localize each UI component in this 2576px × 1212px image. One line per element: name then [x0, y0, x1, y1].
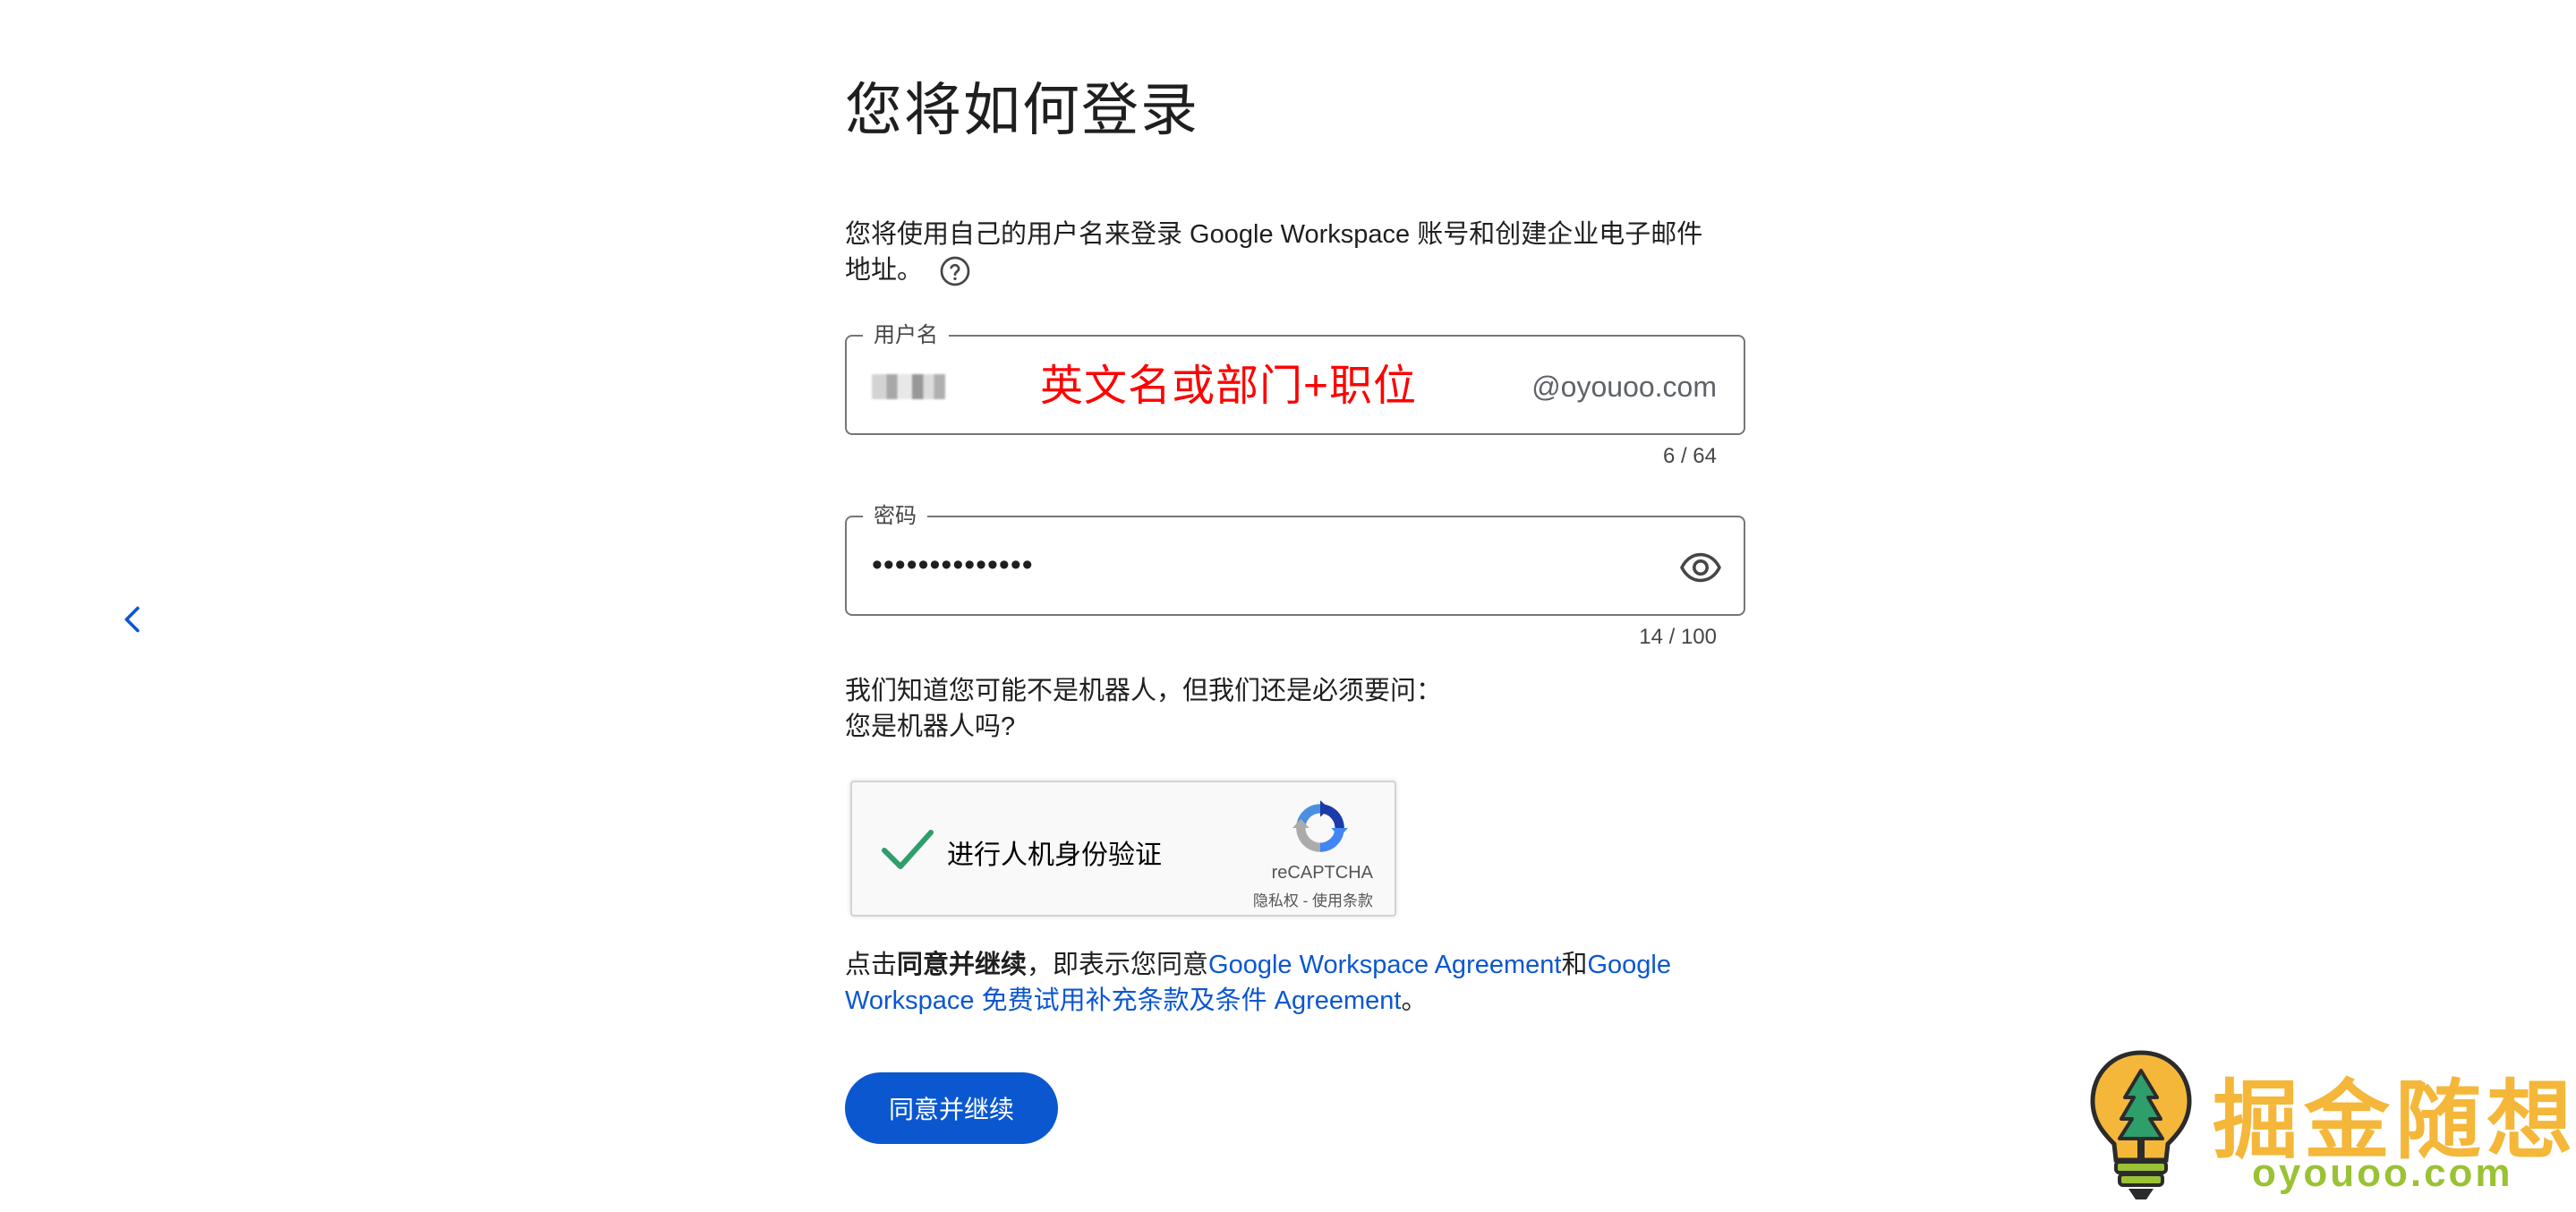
terms-and: 和	[1561, 951, 1588, 979]
terms-bold-action: 同意并继续	[897, 951, 1028, 979]
eye-icon	[1680, 552, 1721, 583]
recaptcha-logo-icon	[1292, 800, 1348, 852]
recaptcha-brand: reCAPTCHA	[1271, 863, 1373, 883]
username-label: 用户名	[863, 322, 949, 349]
terms-prefix: 点击	[845, 951, 898, 979]
workspace-agreement-link[interactable]: Google Workspace Agreement	[1208, 951, 1561, 979]
robot-question: 我们知道您可能不是机器人，但我们还是必须要问： 您是机器人吗?	[845, 673, 1442, 745]
recaptcha-links: 隐私权 - 使用条款	[1253, 888, 1373, 910]
username-char-counter: 6 / 64	[1662, 444, 1717, 468]
password-field[interactable]: 密码 ••••••••••••••	[845, 503, 1745, 616]
lightbulb-tree-icon	[2090, 1050, 2192, 1199]
domain-suffix: @oyouoo.com	[1531, 371, 1717, 403]
recaptcha-terms-link[interactable]: 使用条款	[1312, 892, 1373, 909]
recaptcha-label: 进行人机身份验证	[947, 841, 1162, 870]
terms-suffix: 。	[1401, 986, 1428, 1015]
description-text: 您将使用自己的用户名来登录 Google Workspace 账号和创建企业电子…	[845, 220, 1703, 285]
page-title: 您将如何登录	[845, 78, 1199, 142]
help-icon	[940, 256, 970, 286]
recaptcha-privacy-link[interactable]: 隐私权	[1253, 892, 1299, 909]
terms-statement: 点击同意并继续，即表示您同意Google Workspace Agreement…	[845, 947, 1740, 1019]
password-input[interactable]: ••••••••••••••	[872, 548, 1034, 583]
chevron-left-icon	[124, 606, 140, 633]
recaptcha-widget: 进行人机身份验证 reCAPTCHA 隐私权 - 使用条款	[850, 781, 1396, 917]
recaptcha-link-separator: -	[1298, 892, 1312, 909]
watermark-logo: 掘金随想 oyouoo.com	[2086, 1046, 2572, 1207]
agree-and-continue-button[interactable]: 同意并继续	[845, 1072, 1058, 1144]
robot-line-2: 您是机器人吗?	[845, 713, 1016, 741]
help-button[interactable]	[939, 255, 971, 287]
back-button[interactable]	[111, 598, 154, 641]
username-annotation: 英文名或部门+职位	[1040, 363, 1418, 410]
username-field[interactable]: 用户名 英文名或部门+职位 @oyouoo.com	[845, 322, 1745, 435]
password-label: 密码	[863, 503, 927, 530]
page-description: 您将使用自己的用户名来登录 Google Workspace 账号和创建企业电子…	[845, 217, 1722, 288]
checkmark-icon[interactable]	[879, 820, 936, 877]
password-char-counter: 14 / 100	[1639, 625, 1717, 649]
robot-line-1: 我们知道您可能不是机器人，但我们还是必须要问：	[845, 677, 1443, 705]
terms-middle: ，即表示您同意	[1027, 951, 1209, 979]
show-password-button[interactable]	[1677, 544, 1724, 591]
page: 您将如何登录 您将使用自己的用户名来登录 Google Workspace 账号…	[0, 0, 2576, 1212]
watermark-url: oyouoo.com	[2252, 1151, 2513, 1195]
